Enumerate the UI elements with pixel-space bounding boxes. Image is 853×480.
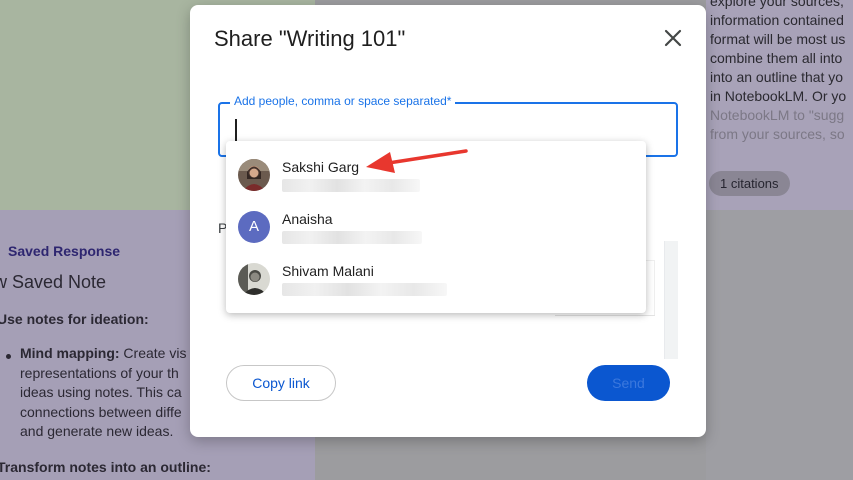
response-line: in NotebookLM. Or yo bbox=[710, 88, 847, 104]
bullet-line: Create vis bbox=[119, 345, 187, 361]
suggestion-email-redacted bbox=[282, 231, 422, 244]
dialog-title: Share "Writing 101" bbox=[214, 26, 406, 51]
send-button[interactable]: Send bbox=[587, 365, 670, 401]
response-line: information contained bbox=[710, 12, 844, 28]
suggestion-email-redacted bbox=[282, 283, 447, 296]
chat-response-text: explore your sources, information contai… bbox=[710, 0, 853, 144]
access-divider bbox=[555, 315, 655, 316]
response-line: format will be most us bbox=[710, 31, 846, 47]
close-button[interactable] bbox=[658, 23, 688, 53]
response-line: combine them all into bbox=[710, 50, 843, 66]
copy-link-button[interactable]: Copy link bbox=[226, 365, 336, 401]
response-line: NotebookLM to "sugg bbox=[710, 107, 845, 123]
chat-area-below bbox=[706, 210, 853, 480]
avatar bbox=[238, 263, 270, 295]
suggestion-item[interactable]: Shivam Malani bbox=[226, 253, 646, 305]
scrollbar[interactable] bbox=[664, 241, 678, 359]
response-line: from your sources, so bbox=[710, 126, 845, 142]
suggestion-name: Anaisha bbox=[282, 211, 333, 227]
response-line: into an outline that yo bbox=[710, 69, 844, 85]
suggestion-name: Shivam Malani bbox=[282, 263, 374, 279]
note-heading-outline: Transform notes into an outline: bbox=[0, 459, 211, 475]
suggestion-email-redacted bbox=[282, 179, 420, 192]
note-heading-ideation: Use notes for ideation: bbox=[0, 311, 149, 327]
avatar: A bbox=[238, 211, 270, 243]
response-line: explore your sources, bbox=[710, 0, 844, 9]
saved-note-title: w Saved Note bbox=[0, 272, 107, 292]
bullet-bold-label: Mind mapping: bbox=[20, 345, 120, 361]
avatar bbox=[238, 159, 270, 191]
saved-response-label: Saved Response bbox=[8, 243, 121, 259]
suggestion-item[interactable]: A Anaisha bbox=[226, 201, 646, 253]
bullet-dot bbox=[6, 354, 11, 359]
close-icon bbox=[664, 29, 682, 47]
add-people-label: Add people, comma or space separated* bbox=[230, 94, 456, 108]
citations-chip[interactable]: 1 citations bbox=[709, 171, 790, 196]
text-caret bbox=[235, 119, 237, 141]
suggestion-name: Sakshi Garg bbox=[282, 159, 360, 175]
annotation-arrow-icon bbox=[366, 149, 468, 173]
